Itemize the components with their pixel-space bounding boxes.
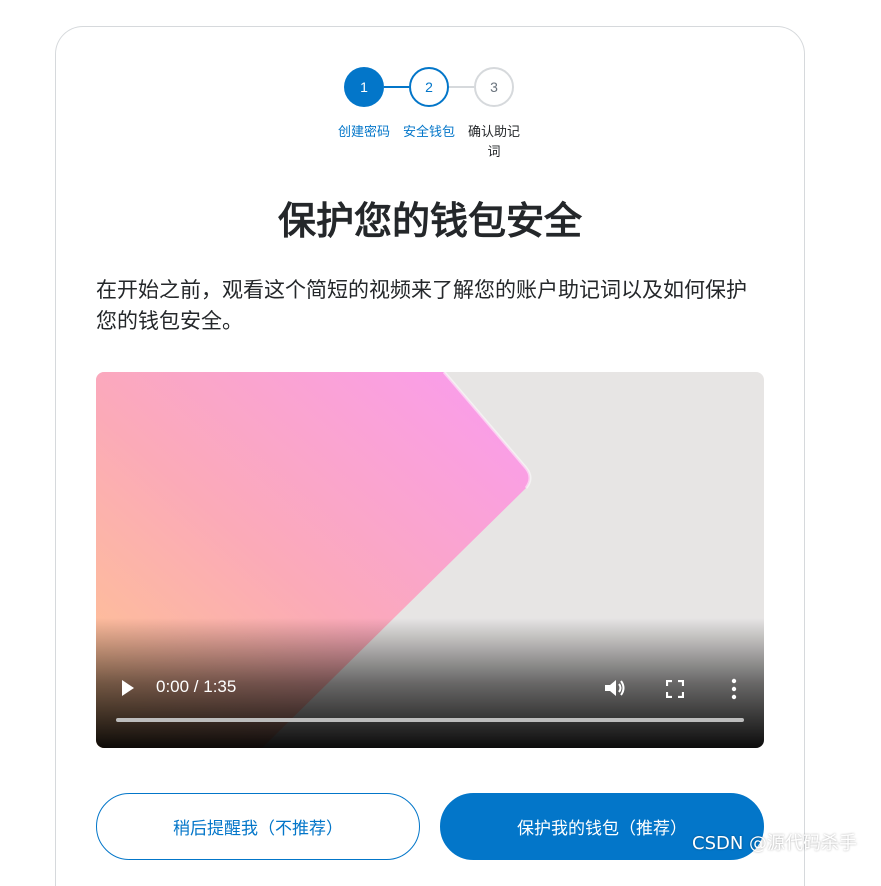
volume-icon[interactable] [603,677,627,699]
step-connector-1 [384,86,409,88]
watermark: CSDN @源代码杀手 [692,833,858,854]
step-1-circle: 1 [344,67,384,107]
page-title: 保护您的钱包安全 [277,199,582,243]
play-icon[interactable] [120,678,136,698]
page-description: 在开始之前，观看这个简短的视频来了解您的账户助记词以及如何保护您的钱包安全。 [96,278,747,333]
remind-later-button[interactable]: 稍后提醒我（不推荐） [96,793,420,860]
progress-stepper: 1 2 3 创建密码 安全钱包 确认助记词 [0,40,881,170]
step-1-label: 创建密码 [337,125,390,140]
step-2-circle: 2 [409,67,449,107]
video-player[interactable]: 0:00 / 1:35 [96,372,764,748]
video-progress-bar[interactable] [116,718,744,722]
video-time: 0:00 / 1:35 [156,677,237,696]
step-connector-2 [449,86,474,88]
step-3-label: 确认助记词 [467,125,520,160]
more-vertical-icon[interactable] [730,678,738,700]
step-2-label: 安全钱包 [402,125,455,140]
step-3-circle: 3 [474,67,514,107]
fullscreen-icon[interactable] [666,680,684,698]
